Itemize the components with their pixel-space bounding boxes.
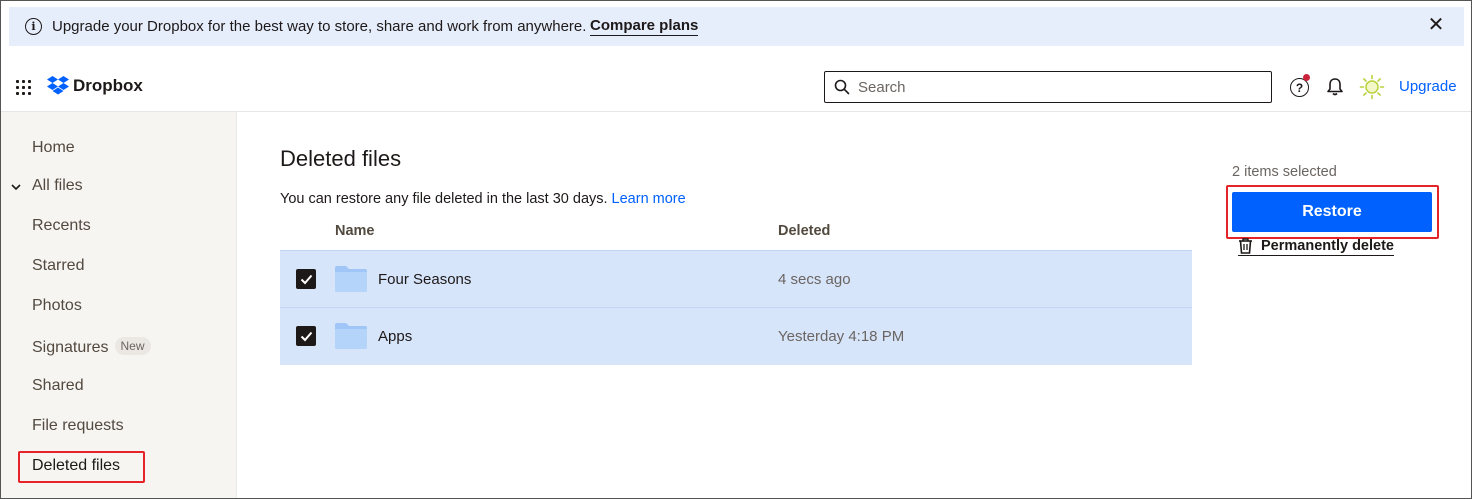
deleted-time: Yesterday 4:18 PM [778, 328, 905, 345]
folder-icon [335, 323, 367, 349]
column-header-name[interactable]: Name [335, 223, 375, 239]
page-subtitle: You can restore any file deleted in the … [280, 191, 686, 207]
new-badge: New [114, 337, 151, 355]
banner-text: Upgrade your Dropbox for the best way to… [52, 18, 587, 35]
checkmark-icon [300, 331, 312, 341]
page-title: Deleted files [280, 146, 402, 171]
learn-more-link[interactable]: Learn more [612, 191, 686, 207]
sidebar-item-starred[interactable]: Starred [32, 257, 84, 275]
top-header: Dropbox ? Upgrade [1, 62, 1471, 112]
row-checkbox[interactable] [296, 326, 316, 346]
deleted-time: 4 secs ago [778, 271, 851, 288]
trash-icon [1239, 238, 1252, 254]
info-icon: i [25, 18, 42, 35]
sidebar-item-file-requests[interactable]: File requests [32, 417, 124, 435]
close-icon[interactable]: ✕ [1426, 15, 1446, 35]
search-icon [834, 79, 850, 95]
sidebar-item-all-files[interactable]: All files [32, 177, 83, 195]
dropbox-logo-icon [47, 76, 69, 95]
table-row[interactable]: Four Seasons 4 secs ago [280, 250, 1192, 307]
upgrade-link[interactable]: Upgrade [1399, 78, 1457, 95]
bell-icon[interactable] [1326, 77, 1344, 97]
sidebar-item-deleted-files[interactable]: Deleted files [32, 457, 120, 475]
sidebar-item-recents[interactable]: Recents [32, 217, 91, 235]
logo-text: Dropbox [73, 76, 143, 95]
row-checkbox[interactable] [296, 269, 316, 289]
compare-plans-link[interactable]: Compare plans [590, 17, 699, 36]
chevron-down-icon[interactable] [10, 181, 22, 193]
permanently-delete-button[interactable]: Permanently delete [1238, 238, 1394, 256]
file-name: Four Seasons [378, 271, 472, 288]
checkmark-icon [300, 274, 312, 284]
sidebar-item-label: Signatures [32, 339, 109, 356]
sidebar-item-photos[interactable]: Photos [32, 297, 82, 315]
upgrade-banner: i Upgrade your Dropbox for the best way … [9, 7, 1464, 46]
selected-count: 2 items selected [1232, 164, 1337, 180]
subtitle-text: You can restore any file deleted in the … [280, 191, 608, 207]
search-box[interactable] [824, 71, 1272, 103]
search-input[interactable] [858, 78, 1258, 96]
restore-button[interactable]: Restore [1232, 192, 1432, 232]
notification-dot [1303, 74, 1310, 81]
apps-grid-icon[interactable] [16, 80, 32, 96]
avatar-sun-icon[interactable] [1359, 74, 1385, 100]
column-header-deleted[interactable]: Deleted [778, 223, 830, 239]
dropbox-logo[interactable]: Dropbox [47, 76, 143, 96]
file-name: Apps [378, 328, 413, 345]
folder-icon [335, 266, 367, 292]
sidebar-item-shared[interactable]: Shared [32, 377, 84, 395]
permanently-delete-label: Permanently delete [1261, 238, 1394, 254]
sidebar: Home All files Recents Starred Photos Si… [1, 112, 237, 498]
sidebar-item-signatures[interactable]: Signatures New [32, 337, 151, 357]
table-row[interactable]: Apps Yesterday 4:18 PM [280, 308, 1192, 365]
sidebar-item-home[interactable]: Home [32, 139, 75, 157]
